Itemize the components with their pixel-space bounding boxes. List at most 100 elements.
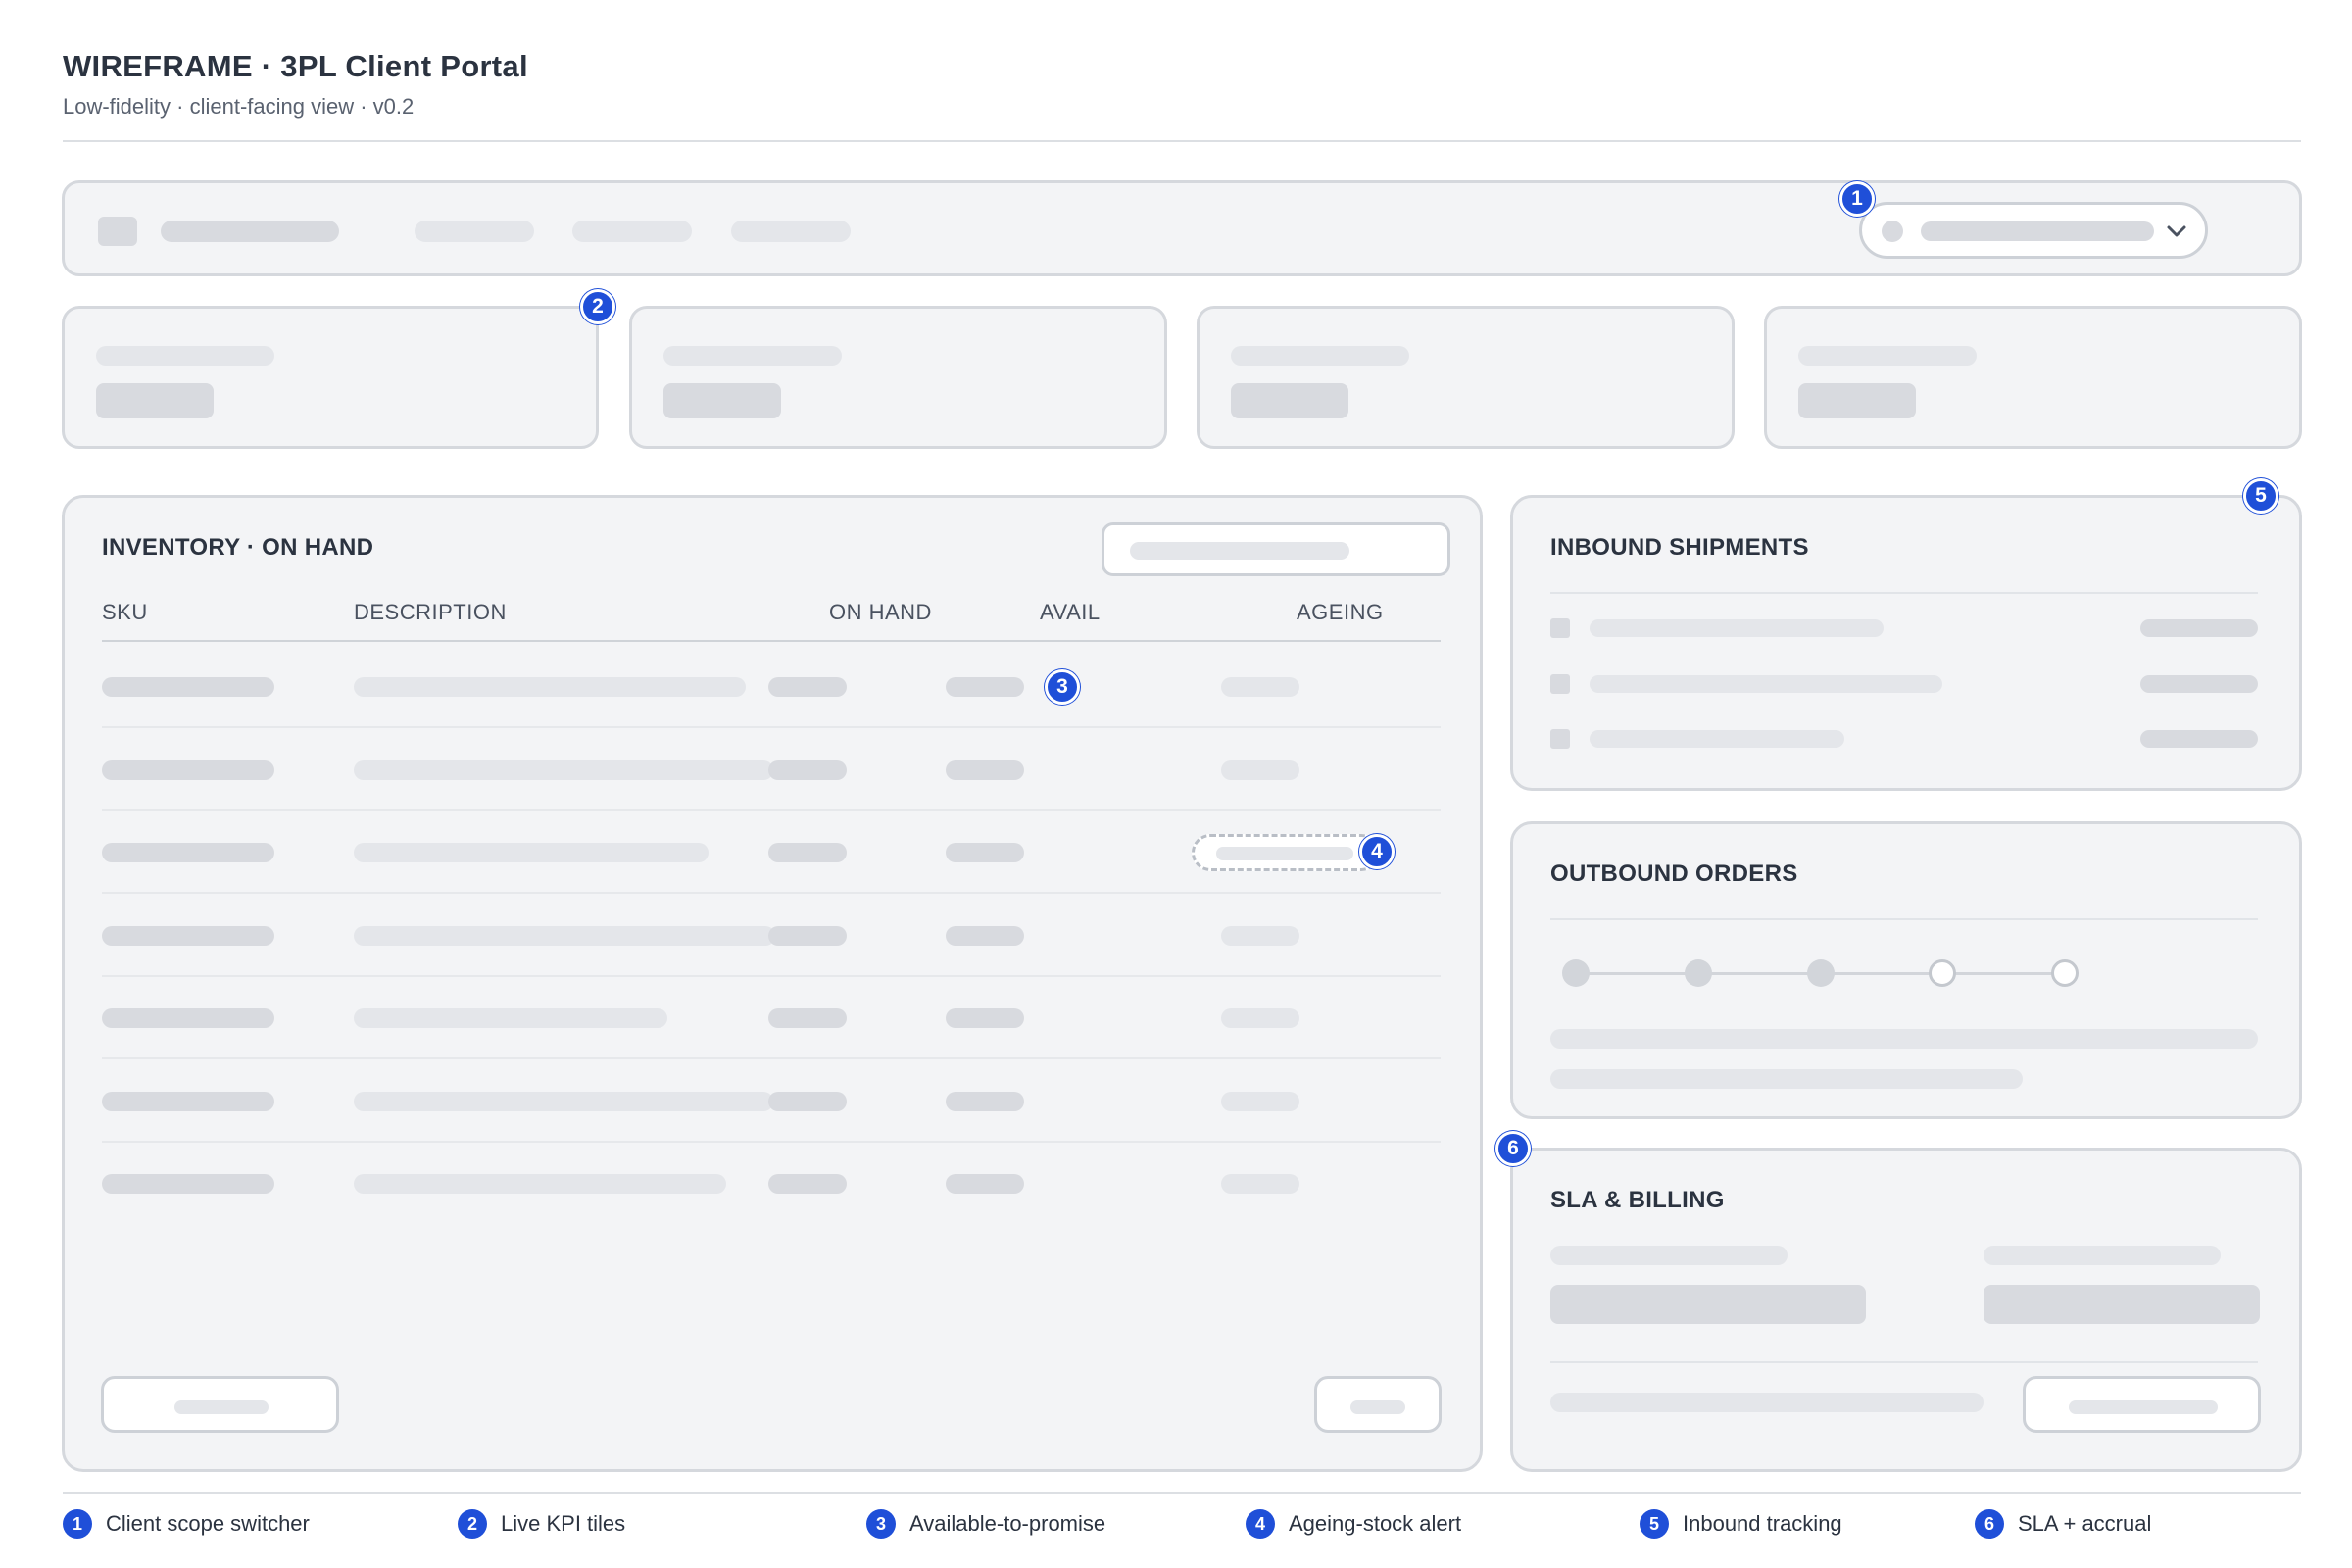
on-hand-cell bbox=[768, 1008, 847, 1028]
row-divider bbox=[102, 808, 1441, 811]
button-label-placeholder bbox=[2069, 1400, 2218, 1414]
alert-placeholder bbox=[1216, 847, 1353, 860]
on-hand-cell bbox=[768, 677, 847, 697]
kpi-tile-3 bbox=[1197, 306, 1735, 449]
avail-cell bbox=[946, 843, 1024, 862]
kpi-label bbox=[96, 346, 274, 366]
shipment-checkbox[interactable] bbox=[1550, 729, 1570, 749]
legend-badge: 1 bbox=[63, 1509, 92, 1539]
sku-cell bbox=[102, 843, 274, 862]
on-hand-cell bbox=[768, 760, 847, 780]
row-divider bbox=[102, 1140, 1441, 1143]
sla-metric-label bbox=[1550, 1246, 1788, 1265]
client-scope-switcher[interactable] bbox=[1859, 202, 2208, 259]
legend-item-3: 3 Available-to-promise bbox=[866, 1509, 1105, 1539]
description-cell bbox=[354, 1008, 667, 1028]
avail-cell bbox=[946, 1091, 1024, 1111]
accrual-label bbox=[1984, 1246, 2221, 1265]
column-header-sku: SKU bbox=[102, 600, 148, 624]
legend-label: Client scope switcher bbox=[106, 1511, 310, 1536]
button-label-placeholder bbox=[1350, 1400, 1405, 1414]
ageing-cell bbox=[1221, 1174, 1299, 1194]
legend-badge: 3 bbox=[866, 1509, 896, 1539]
sla-metric-value bbox=[1550, 1285, 1866, 1324]
sku-cell bbox=[102, 760, 274, 780]
inventory-export-button[interactable] bbox=[101, 1376, 339, 1433]
column-header-avail: AVAIL bbox=[1040, 600, 1101, 624]
description-cell bbox=[354, 1091, 773, 1111]
legend-label: Available-to-promise bbox=[909, 1511, 1106, 1536]
sku-cell bbox=[102, 925, 274, 946]
column-header-on-hand: ON HAND bbox=[829, 600, 932, 624]
top-nav-bar bbox=[62, 180, 2302, 276]
ageing-cell bbox=[1221, 760, 1299, 780]
nav-item-1[interactable] bbox=[415, 220, 534, 242]
accrual-value bbox=[1984, 1285, 2260, 1324]
ageing-alert-chip[interactable] bbox=[1192, 834, 1380, 871]
avail-cell bbox=[946, 760, 1024, 780]
description-cell bbox=[354, 843, 709, 862]
sku-cell bbox=[102, 1174, 274, 1194]
avail-cell bbox=[946, 1008, 1024, 1028]
avail-cell bbox=[946, 677, 1024, 697]
description-cell bbox=[354, 677, 746, 697]
kpi-value bbox=[1231, 383, 1348, 418]
sla-billing-panel: SLA & BILLING bbox=[1510, 1148, 2302, 1472]
legend-badge: 5 bbox=[1640, 1509, 1669, 1539]
ageing-cell bbox=[1221, 677, 1299, 697]
legend-badge: 6 bbox=[1975, 1509, 2004, 1539]
legend-badge: 2 bbox=[458, 1509, 487, 1539]
shipment-checkbox[interactable] bbox=[1550, 674, 1570, 694]
outbound-panel: OUTBOUND ORDERS bbox=[1510, 821, 2302, 1119]
sku-cell bbox=[102, 1091, 274, 1111]
legend-badge: 4 bbox=[1246, 1509, 1275, 1539]
shipment-checkbox[interactable] bbox=[1550, 618, 1570, 638]
nav-item-2[interactable] bbox=[572, 220, 692, 242]
header-divider bbox=[63, 140, 2301, 142]
ageing-cell bbox=[1221, 1091, 1299, 1111]
on-hand-cell bbox=[768, 925, 847, 946]
page-subtitle: Low-fidelity · client-facing view · v0.2 bbox=[63, 94, 415, 119]
order-step-4 bbox=[1929, 959, 1956, 987]
order-step-5 bbox=[2051, 959, 2079, 987]
shipment-name bbox=[1590, 619, 1884, 637]
badge-6: 6 bbox=[1495, 1131, 1531, 1166]
legend-item-1: 1 Client scope switcher bbox=[63, 1509, 310, 1539]
badge-4: 4 bbox=[1359, 834, 1395, 869]
inventory-pagination-button[interactable] bbox=[1314, 1376, 1442, 1433]
description-cell bbox=[354, 925, 775, 946]
on-hand-cell bbox=[768, 843, 847, 862]
kpi-value bbox=[663, 383, 781, 418]
view-invoice-button[interactable] bbox=[2023, 1376, 2261, 1433]
order-step-3 bbox=[1807, 959, 1835, 987]
header-underline bbox=[102, 640, 1441, 642]
billing-note bbox=[1550, 1393, 1984, 1412]
order-summary-line-1 bbox=[1550, 1029, 2258, 1049]
badge-5: 5 bbox=[2243, 478, 2278, 514]
app-name-placeholder bbox=[161, 220, 339, 242]
sla-title: SLA & BILLING bbox=[1550, 1187, 1725, 1213]
order-step-2 bbox=[1685, 959, 1712, 987]
inbound-divider bbox=[1550, 592, 2258, 594]
inbound-panel: INBOUND SHIPMENTS bbox=[1510, 495, 2302, 791]
nav-item-3[interactable] bbox=[731, 220, 851, 242]
inventory-title: INVENTORY · ON HAND bbox=[102, 534, 374, 561]
kpi-value bbox=[96, 383, 214, 418]
order-step-1 bbox=[1562, 959, 1590, 987]
description-cell bbox=[354, 760, 773, 780]
legend-item-2: 2 Live KPI tiles bbox=[458, 1509, 625, 1539]
row-divider bbox=[102, 726, 1441, 728]
kpi-tile-1 bbox=[62, 306, 599, 449]
legend-label: SLA + accrual bbox=[2018, 1511, 2152, 1536]
kpi-tile-4 bbox=[1764, 306, 2302, 449]
on-hand-cell bbox=[768, 1091, 847, 1111]
shipment-eta bbox=[2140, 619, 2258, 637]
client-name-placeholder bbox=[1921, 221, 2154, 241]
column-header-ageing: AGEING bbox=[1297, 600, 1384, 624]
sku-cell bbox=[102, 1008, 274, 1028]
row-divider bbox=[102, 974, 1441, 977]
outbound-divider bbox=[1550, 918, 2258, 920]
badge-2: 2 bbox=[580, 289, 615, 324]
kpi-label bbox=[663, 346, 842, 366]
inventory-search-input[interactable] bbox=[1102, 522, 1450, 576]
